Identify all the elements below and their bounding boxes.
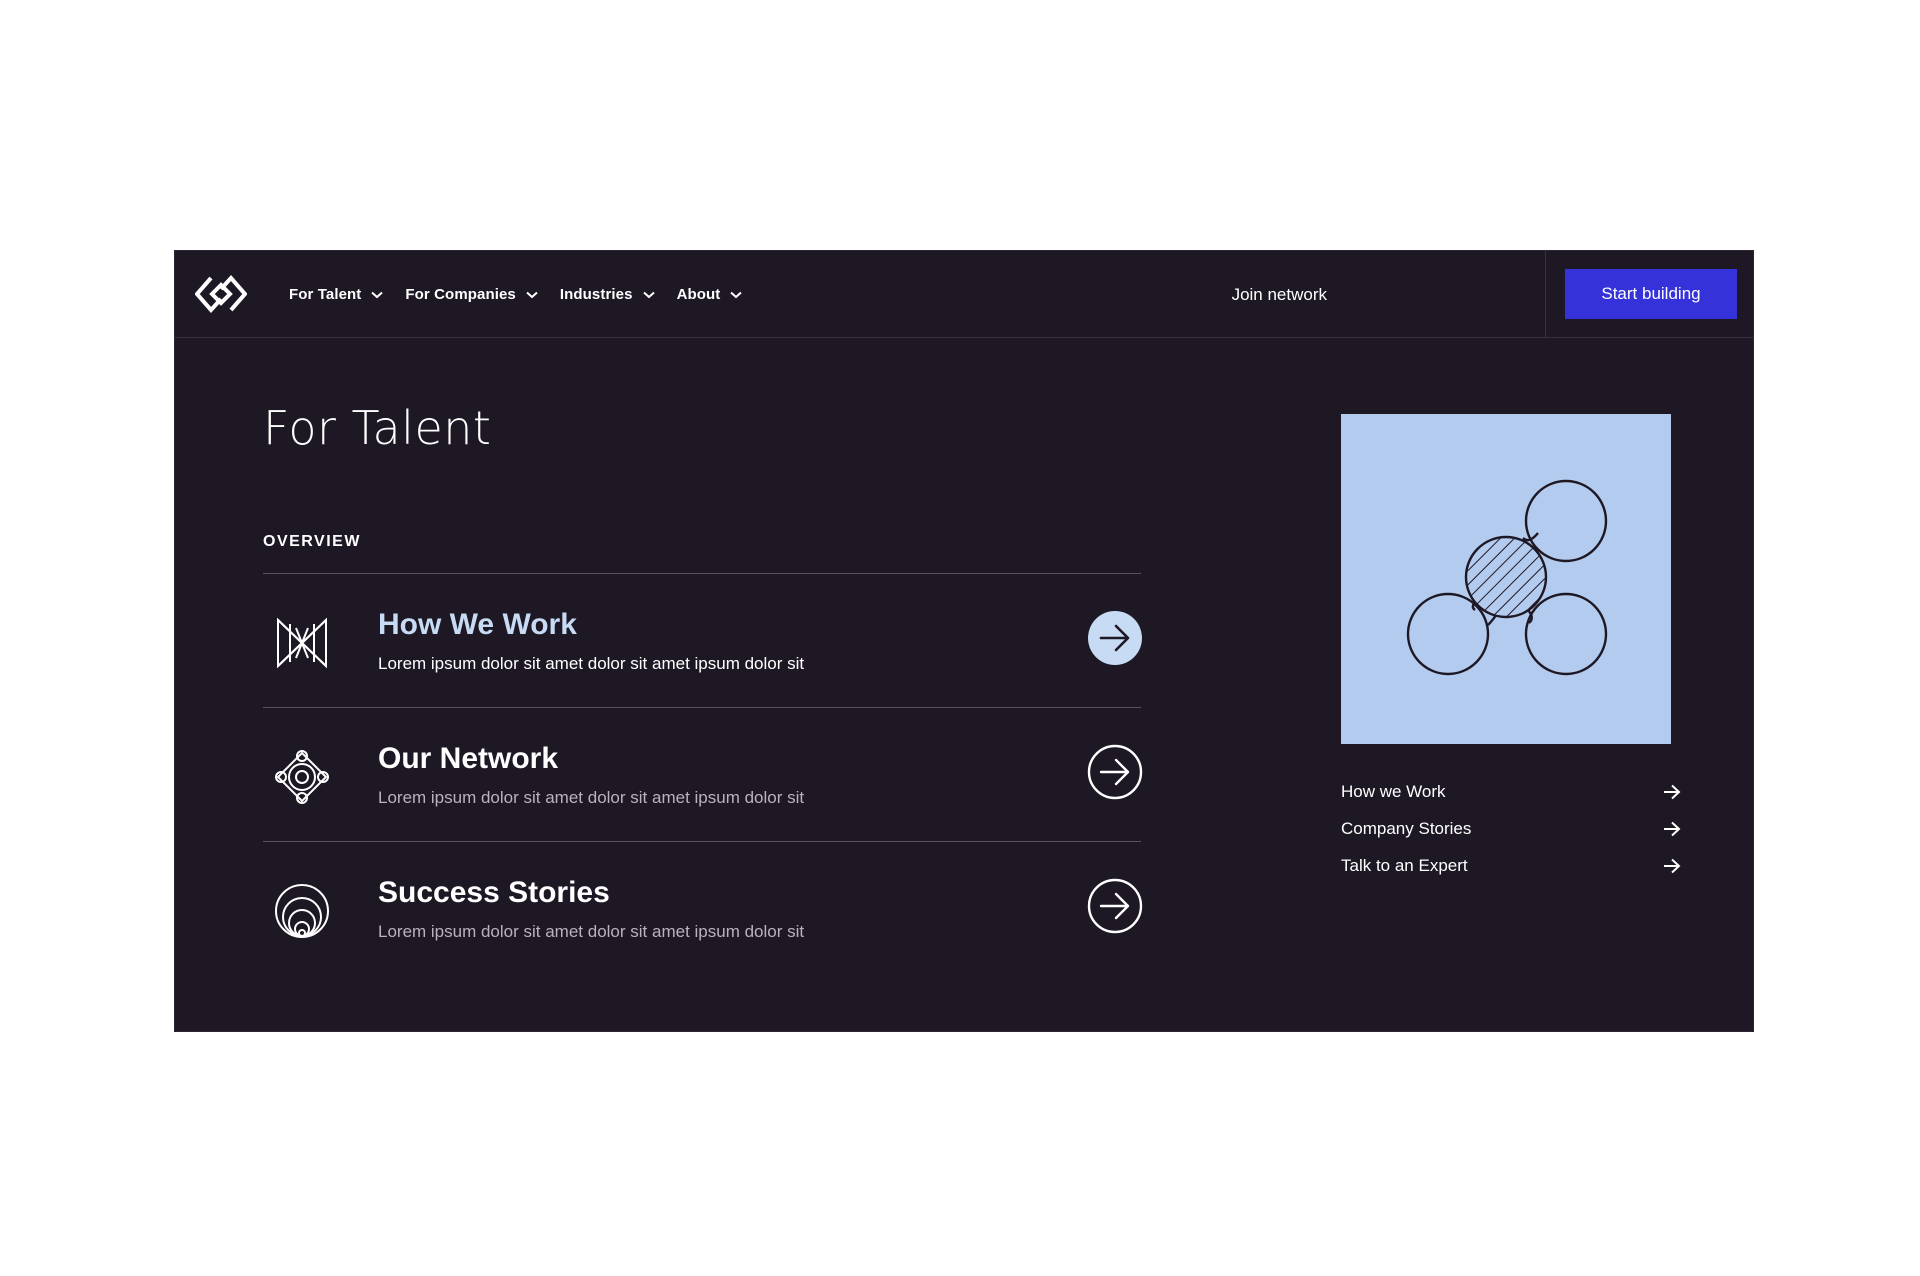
page-title: For Talent [263,401,492,455]
list-item-title: Success Stories [378,876,610,909]
brand-logo-icon[interactable] [195,275,247,313]
nav-industries-label: Industries [559,286,633,303]
chevron-down-icon [526,291,538,298]
nav-for-talent-label: For Talent [289,286,362,303]
nav-about-label: About [676,286,721,303]
overview-list: How We Work Lorem ipsum dolor sit amet d… [263,573,1143,975]
side-link-label: Talk to an Expert [1341,855,1468,875]
list-item-title: How We Work [378,608,577,641]
nav-industries[interactable]: Industries [560,286,655,303]
list-item-title: Our Network [378,742,559,775]
weave-icon [277,617,327,669]
arrow-right-circle-icon[interactable] [1087,744,1143,800]
side-link-label: Company Stories [1341,818,1472,838]
list-item-description: Lorem ipsum dolor sit amet dolor sit ame… [378,788,805,807]
chevron-down-icon [642,291,655,298]
side-link-label: How we Work [1341,781,1446,801]
arrow-right-icon [1664,784,1681,800]
list-item-success-stories[interactable]: Success Stories Lorem ipsum dolor sit am… [263,841,1143,975]
join-network-link[interactable]: Join network [1207,251,1327,338]
side-link-company-stories[interactable]: Company Stories [1341,810,1681,847]
side-link-talk-to-expert[interactable]: Talk to an Expert [1341,847,1681,884]
chevron-down-icon [371,291,384,298]
concentric-circles-icon [275,884,329,938]
start-building-button[interactable]: Start building [1565,269,1737,319]
arrow-right-icon [1664,858,1681,874]
list-item-our-network[interactable]: Our Network Lorem ipsum dolor sit amet d… [263,707,1143,841]
arrow-right-icon [1664,821,1681,837]
chevron-down-icon [730,291,743,298]
top-navigation: For Talent For Companies Industries Abou… [175,251,1753,338]
section-label: OVERVIEW [263,533,361,550]
nav-divider [1545,251,1546,338]
list-item-description: Lorem ipsum dolor sit amet dolor sit ame… [378,922,805,941]
main-menu: For Talent For Companies Industries Abou… [289,251,764,338]
molecule-illustration-icon [1406,479,1608,676]
mega-menu-panel: For Talent For Companies Industries Abou… [174,250,1754,1032]
side-link-how-we-work[interactable]: How we Work [1341,773,1681,810]
arrow-right-circle-icon[interactable] [1087,878,1143,934]
arrow-right-circle-icon[interactable] [1087,610,1143,666]
list-item-description: Lorem ipsum dolor sit amet dolor sit ame… [378,654,805,673]
promo-illustration [1341,414,1671,744]
nav-for-companies[interactable]: For Companies [405,286,538,303]
side-links: How we Work Company Stories Talk to an E… [1341,773,1681,884]
list-item-how-we-work[interactable]: How We Work Lorem ipsum dolor sit amet d… [263,573,1143,707]
nav-for-companies-label: For Companies [405,286,516,303]
nav-about[interactable]: About [677,286,743,303]
network-nodes-icon [275,750,329,804]
nav-for-talent[interactable]: For Talent [289,286,384,303]
